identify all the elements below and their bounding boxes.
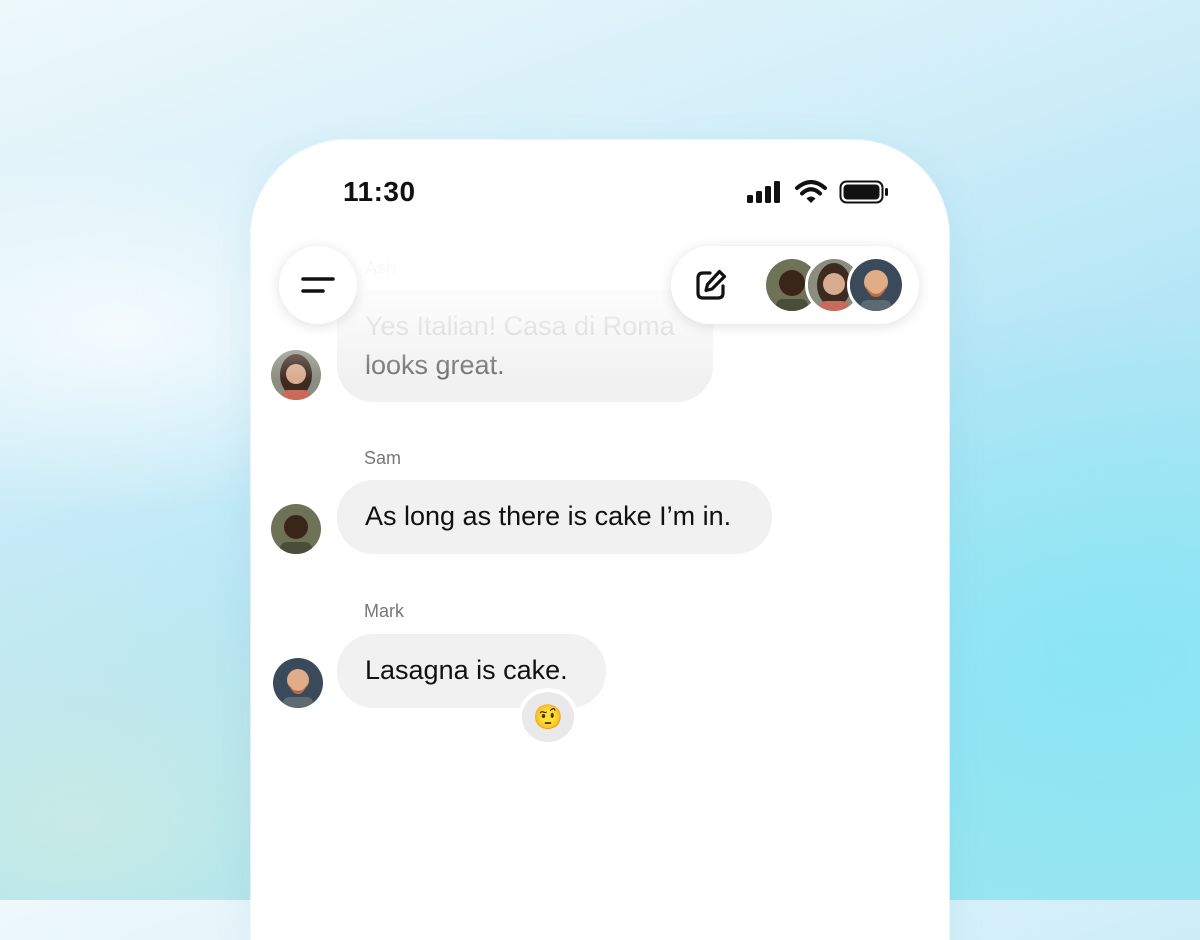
sender-name: Ash <box>365 258 397 278</box>
sender-name: Sam <box>364 448 402 468</box>
message-bubble[interactable]: As long as there is cake I’m in. <box>337 480 772 554</box>
message-text: looks great. <box>365 350 505 380</box>
message-text: Yes Italian! Casa di Roma <box>365 311 675 341</box>
compose-icon[interactable] <box>693 267 729 303</box>
group-avatars[interactable] <box>763 256 913 314</box>
reaction-emoji: 🤨 <box>533 703 563 731</box>
message-text: Lasagna is cake. <box>365 655 568 685</box>
reaction-badge[interactable]: 🤨 <box>518 688 578 746</box>
avatar[interactable] <box>273 658 323 708</box>
menu-button[interactable] <box>279 246 357 324</box>
participant-avatar[interactable] <box>847 256 905 314</box>
status-time: 11:30 <box>343 176 416 207</box>
wifi-icon <box>795 180 827 203</box>
phone-screen: 11:30 Ash Yes Italian! Casa di Roma look… <box>251 140 949 940</box>
chat-header-pill <box>671 246 919 324</box>
message-text: As long as there is cake I’m in. <box>365 501 732 531</box>
sender-name: Mark <box>364 601 404 621</box>
avatar[interactable] <box>271 504 321 554</box>
menu-icon <box>301 277 335 293</box>
battery-icon <box>839 180 888 204</box>
signal-icon <box>747 181 780 203</box>
avatar[interactable] <box>271 350 321 400</box>
message-bubble[interactable]: Yes Italian! Casa di Roma looks great. <box>337 290 713 402</box>
status-icons <box>747 180 889 204</box>
